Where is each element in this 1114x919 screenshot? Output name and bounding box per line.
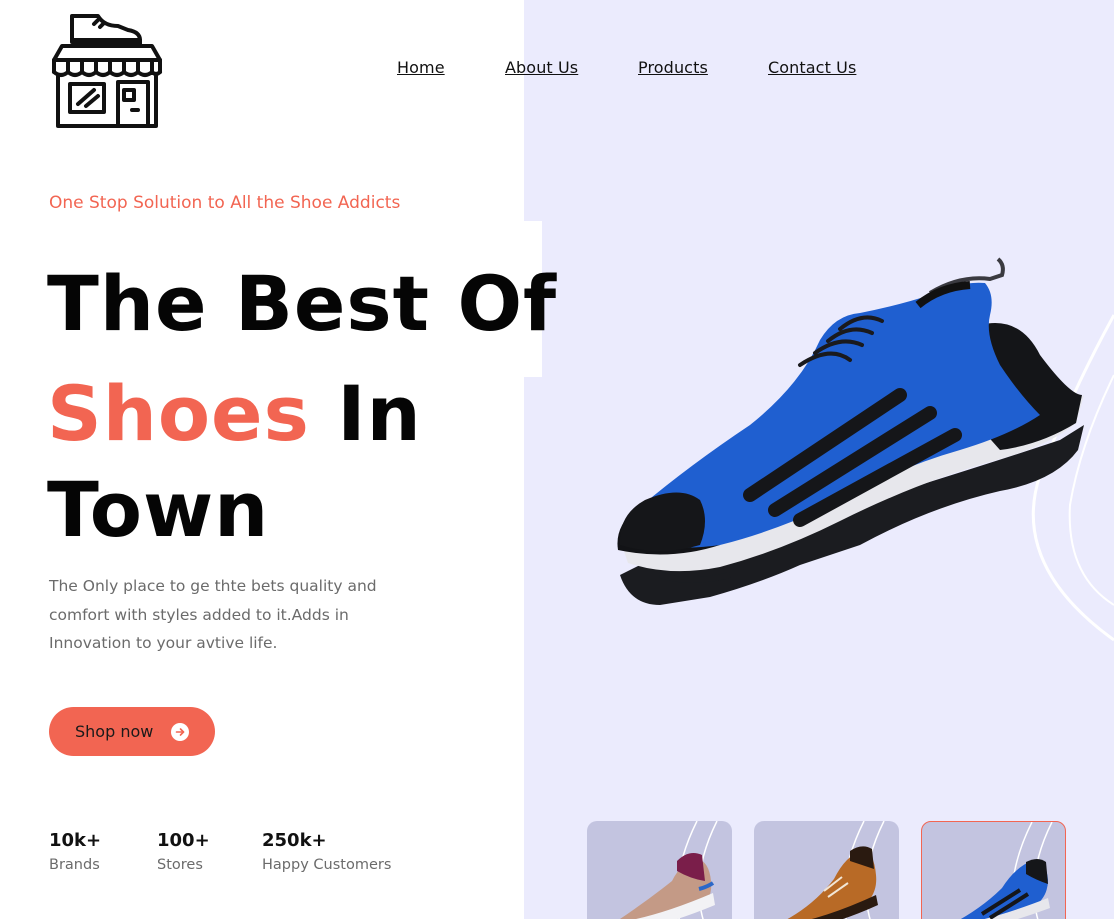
stat-stores: 100+ Stores [157,830,210,873]
hero-description: The Only place to ge thte bets quality a… [49,577,377,652]
stat-label: Happy Customers [262,857,392,873]
headline-line-2: Shoes In [47,376,422,452]
nav-link-home[interactable]: Home [397,58,445,77]
product-thumbnail[interactable] [587,821,732,919]
nav-link-products[interactable]: Products [638,58,708,77]
shoe-store-icon[interactable] [48,10,168,132]
nav-link-about-us[interactable]: About Us [505,58,578,77]
shop-now-button[interactable]: Shop now [49,707,215,756]
stat-brands: 10k+ Brands [49,830,101,873]
nav-link-contact-us[interactable]: Contact Us [768,58,856,77]
stat-value: 10k+ [49,830,102,851]
headline-accent-word: Shoes [47,369,310,458]
stat-label: Stores [157,857,203,873]
stat-value: 100+ [157,830,210,851]
headline-line-1: The Best Of [47,259,558,348]
stat-label: Brands [49,857,100,873]
product-thumbnail[interactable] [754,821,899,919]
stat-happy-customers: 250k+ Happy Customers [262,830,391,873]
shop-now-label: Shop now [75,722,154,741]
hero-shoe-image [600,245,1114,645]
arrow-right-icon [171,723,189,741]
product-thumbnail-selected[interactable] [921,821,1066,919]
stat-value: 250k+ [262,830,327,851]
headline-line-2-rest: In [309,369,422,458]
hero-tagline: One Stop Solution to All the Shoe Addict… [49,193,401,213]
headline-line-3: Town [47,465,270,554]
